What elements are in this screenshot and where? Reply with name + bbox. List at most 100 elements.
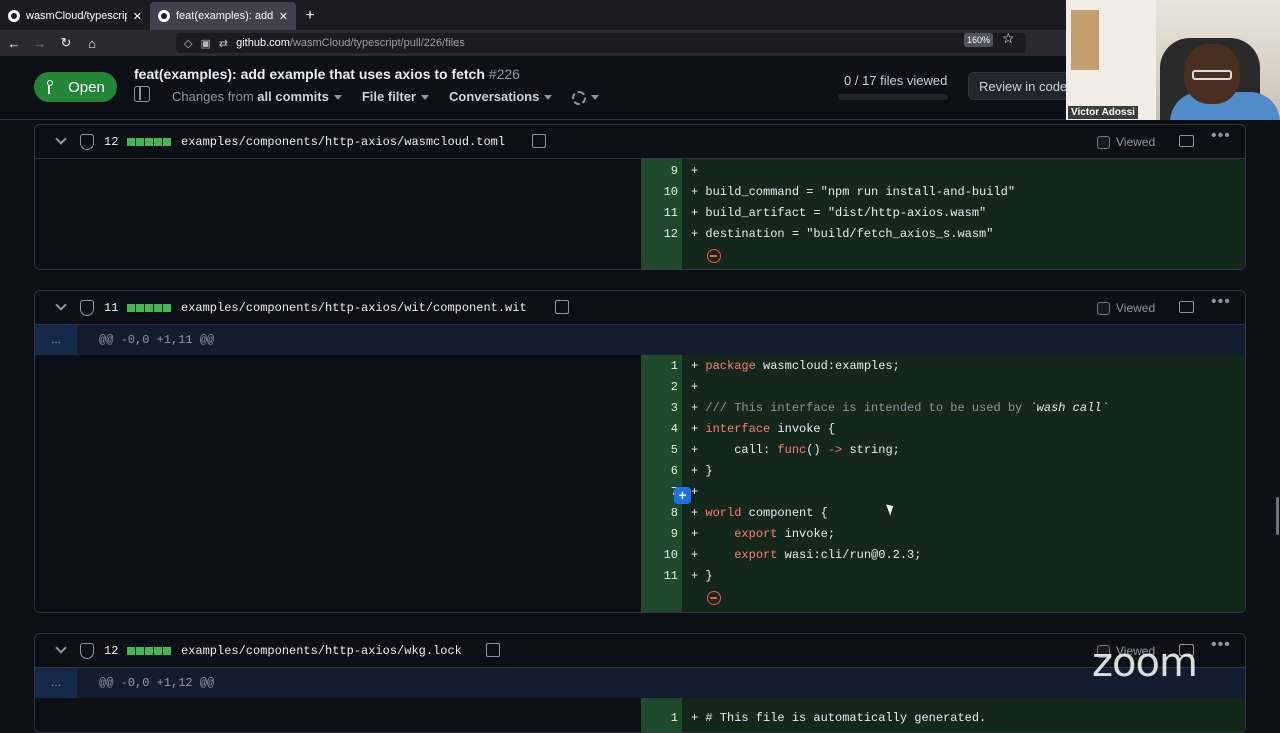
hunk-header: ... @@ -0,0 +1,12 @@ (35, 668, 1245, 698)
pr-number: #226 (488, 66, 520, 82)
kebab-menu-icon[interactable]: ••• (1211, 636, 1231, 654)
diff-left-empty (35, 355, 641, 612)
browser-tab-repo[interactable]: wasmCloud/typescript ✕ (0, 2, 150, 30)
address-bar[interactable]: ◇ ▣ ⇄ github.com/wasmCloud/typescript/pu… (176, 33, 1026, 53)
file-path[interactable]: examples/components/http-axios/wasmcloud… (181, 135, 505, 149)
line-number[interactable]: 9 (641, 524, 678, 545)
shield-icon (80, 643, 94, 659)
bookmark-star-icon[interactable]: ☆ (1002, 30, 1015, 47)
comment-icon[interactable] (1179, 301, 1194, 313)
github-icon (158, 10, 170, 22)
line-number[interactable]: 12 (641, 224, 678, 245)
line-number[interactable]: 11 (641, 566, 678, 587)
diff-body: 1 + package wasmcloud:examples; 2 + 3 + ///… (35, 355, 1245, 612)
copy-icon[interactable] (532, 134, 546, 148)
line-number[interactable]: 10 (641, 182, 678, 203)
line-number[interactable]: 6 (641, 461, 678, 482)
tab-title: feat(examples): add exam (176, 10, 273, 22)
chevron-down-icon[interactable] (55, 299, 67, 311)
copy-icon[interactable] (486, 643, 500, 657)
new-tab-button[interactable]: + (296, 2, 324, 30)
checkbox-icon (1097, 301, 1110, 315)
reload-icon[interactable]: ↻ (54, 35, 78, 51)
line-number[interactable]: 4 (641, 419, 678, 440)
file-path[interactable]: examples/components/http-axios/wit/compo… (181, 301, 527, 315)
line-code: + (691, 485, 706, 499)
file-path[interactable]: examples/components/http-axios/wkg.lock (181, 644, 462, 658)
diff-line: 9 + (641, 161, 1245, 182)
line-code: + /// This interface is intended to be u… (691, 401, 1109, 415)
viewed-checkbox[interactable]: Viewed (1087, 296, 1161, 320)
diff-line: 7+ (641, 482, 1245, 503)
diff-line: 3 + /// This interface is intended to be … (641, 398, 1245, 419)
permissions-icon: ⇄ (218, 37, 229, 50)
changes-from-label: Changes from (172, 89, 254, 104)
line-number[interactable]: 1 (641, 356, 678, 377)
line-code: + } (691, 464, 713, 478)
line-code: + world component { (691, 506, 828, 520)
line-number[interactable]: 5 (641, 440, 678, 461)
line-number[interactable]: 7 (641, 482, 678, 503)
conversations-menu[interactable]: Conversations (449, 89, 553, 105)
diff-line: 11 + build_artifact = "dist/http-axios.wa… (641, 203, 1245, 224)
browser-tab-pr[interactable]: feat(examples): add exam ✕ (150, 2, 296, 30)
diff-line: 12 + destination = "build/fetch_axios_s.w… (641, 224, 1245, 245)
line-number[interactable]: 1 (641, 708, 678, 729)
background-shelf (1071, 10, 1099, 70)
lock-icon: ▣ (200, 37, 211, 50)
pr-status-badge: Open (34, 72, 117, 102)
line-number[interactable]: 9 (641, 161, 678, 182)
zoom-level-badge[interactable]: 160% (964, 33, 994, 47)
changes-from-menu[interactable]: Changes from all commits (172, 89, 342, 105)
expand-up-button[interactable]: ... (35, 325, 77, 355)
participant-glasses (1192, 70, 1232, 80)
add-comment-button[interactable]: + (674, 487, 691, 504)
line-number[interactable]: 3 (641, 398, 678, 419)
checkbox-icon (1097, 135, 1110, 149)
home-icon[interactable]: ⌂ (80, 36, 104, 51)
close-tab-icon[interactable]: ✕ (133, 10, 142, 23)
diff-line: 1 + # This file is automatically generate… (641, 708, 1245, 729)
forward-icon[interactable]: → (28, 36, 52, 51)
webcam-video-feed (1066, 0, 1280, 120)
no-newline-icon (707, 249, 721, 263)
diff-body: 9 + 10 + build_command = "npm run install-… (35, 159, 1245, 269)
copy-icon[interactable] (555, 300, 569, 314)
back-icon[interactable]: ← (2, 36, 26, 51)
chevron-down-icon[interactable] (55, 133, 67, 145)
line-number[interactable]: 2 (641, 377, 678, 398)
file-header: 12 examples/components/http-axios/wkg.lo… (35, 634, 1245, 668)
url-host: github.com (236, 37, 290, 49)
comment-icon[interactable] (1179, 135, 1194, 147)
file-tree-toggle-icon[interactable] (134, 86, 150, 102)
diff-line: 6 + } (641, 461, 1245, 482)
close-tab-icon[interactable]: ✕ (279, 10, 288, 23)
hunk-range: @@ -0,0 +1,12 @@ (99, 676, 215, 690)
line-code: + # This file is automatically generated… (691, 711, 987, 725)
review-in-codespace-button[interactable]: Review in codespace (968, 72, 1078, 100)
file-header: 11 examples/components/http-axios/wit/co… (35, 291, 1245, 325)
line-number[interactable]: 11 (641, 203, 678, 224)
kebab-menu-icon[interactable]: ••• (1211, 127, 1231, 145)
conversations-label: Conversations (449, 89, 540, 104)
diffstat-blocks (127, 647, 171, 655)
hunk-range: @@ -0,0 +1,11 @@ (99, 333, 215, 347)
line-code: + call: func() -> string; (691, 443, 900, 457)
line-code: + build_artifact = "dist/http-axios.wasm… (691, 206, 987, 220)
settings-menu[interactable] (572, 89, 600, 105)
expand-up-button[interactable]: ... (35, 668, 77, 698)
file-diff-component-wit: 11 examples/components/http-axios/wit/co… (34, 290, 1246, 613)
diff-line: 1 + package wasmcloud:examples; (641, 356, 1245, 377)
diff-left-empty (35, 159, 641, 269)
diff-line: 2 + (641, 377, 1245, 398)
line-number[interactable]: 8 (641, 503, 678, 524)
diff-line: 9 + export invoke; (641, 524, 1245, 545)
viewed-checkbox[interactable]: Viewed (1087, 130, 1161, 154)
line-number[interactable]: 10 (641, 545, 678, 566)
kebab-menu-icon[interactable]: ••• (1211, 293, 1231, 311)
page-scrollbar[interactable] (1276, 497, 1279, 535)
file-filter-menu[interactable]: File filter (362, 89, 429, 105)
pr-status-label: Open (68, 78, 105, 96)
chevron-down-icon[interactable] (55, 642, 67, 654)
url-path: /wasmCloud/typescript/pull/226/files (289, 37, 465, 49)
